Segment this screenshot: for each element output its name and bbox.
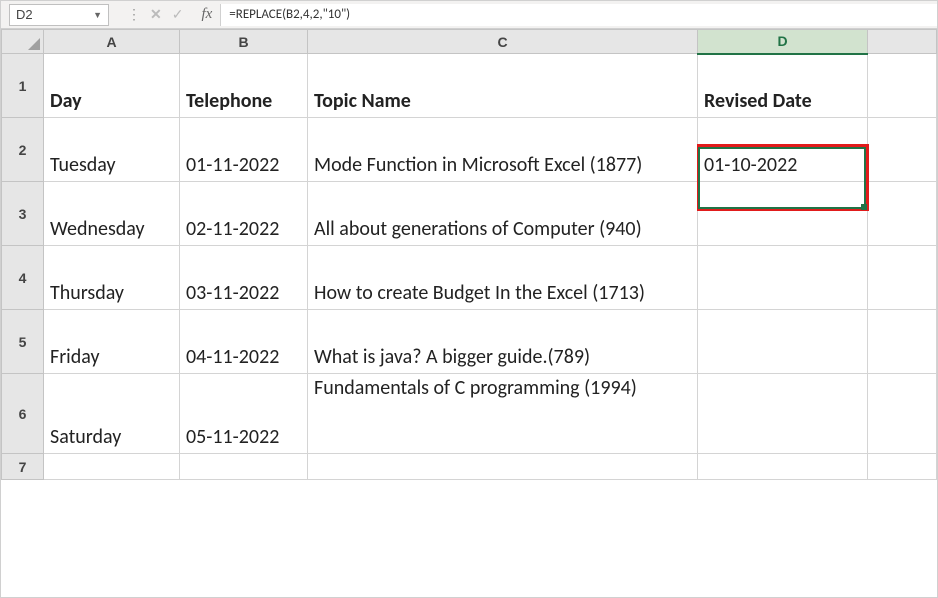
cell-d4[interactable] xyxy=(698,246,868,310)
row-header-2[interactable]: 2 xyxy=(2,118,44,182)
cell-d2[interactable]: 01-10-2022 xyxy=(698,118,868,182)
cell-extra-5[interactable] xyxy=(868,310,937,374)
cell-d1[interactable]: Revised Date xyxy=(698,54,868,118)
table-row: 1 Day Telephone Topic Name Revised Date xyxy=(2,54,937,118)
formula-text: =REPLACE(B2,4,2,"10") xyxy=(229,7,350,22)
chevron-down-icon[interactable]: ▼ xyxy=(93,10,102,20)
col-header-c[interactable]: C xyxy=(308,30,698,54)
cell-d3[interactable] xyxy=(698,182,868,246)
formula-bar-icons: ⋮ ✕ ✓ fx xyxy=(127,6,216,23)
name-box[interactable]: D2 ▼ xyxy=(9,4,109,26)
spreadsheet-grid[interactable]: A B C D 1 Day Telephone Topic Name Revis… xyxy=(1,29,937,480)
table-row: 7 xyxy=(2,454,937,480)
enter-icon[interactable]: ✓ xyxy=(172,6,184,23)
table-row: 2 Tuesday 01-11-2022 Mode Function in Mi… xyxy=(2,118,937,182)
cell-b5[interactable]: 04-11-2022 xyxy=(180,310,308,374)
select-all-corner[interactable] xyxy=(2,30,44,54)
cell-c2[interactable]: Mode Function in Microsoft Excel (1877) xyxy=(308,118,698,182)
column-header-row: A B C D xyxy=(2,30,937,54)
cell-a2[interactable]: Tuesday xyxy=(44,118,180,182)
cell-b3[interactable]: 02-11-2022 xyxy=(180,182,308,246)
more-icon: ⋮ xyxy=(127,6,140,23)
col-header-extra[interactable] xyxy=(868,30,937,54)
table-row: 6 Saturday 05-11-2022 Fundamentals of C … xyxy=(2,374,937,454)
cell-d7[interactable] xyxy=(698,454,868,480)
table-row: 5 Friday 04-11-2022 What is java? A bigg… xyxy=(2,310,937,374)
col-header-d[interactable]: D xyxy=(698,30,868,54)
cell-a6[interactable]: Saturday xyxy=(44,374,180,454)
cell-b4[interactable]: 03-11-2022 xyxy=(180,246,308,310)
cell-extra-7[interactable] xyxy=(868,454,937,480)
cell-c6[interactable]: Fundamentals of C programming (1994) xyxy=(308,374,698,454)
formula-bar-area: D2 ▼ ⋮ ✕ ✓ fx =REPLACE(B2,4,2,"10") xyxy=(1,1,937,29)
cell-a4[interactable]: Thursday xyxy=(44,246,180,310)
cell-b6[interactable]: 05-11-2022 xyxy=(180,374,308,454)
cell-b7[interactable] xyxy=(180,454,308,480)
cell-c1[interactable]: Topic Name xyxy=(308,54,698,118)
cell-extra-4[interactable] xyxy=(868,246,937,310)
row-header-7[interactable]: 7 xyxy=(2,454,44,480)
row-header-1[interactable]: 1 xyxy=(2,54,44,118)
cell-b2[interactable]: 01-11-2022 xyxy=(180,118,308,182)
col-header-b[interactable]: B xyxy=(180,30,308,54)
cell-extra-2[interactable] xyxy=(868,118,937,182)
table-row: 3 Wednesday 02-11-2022 All about generat… xyxy=(2,182,937,246)
name-box-value: D2 xyxy=(16,7,33,22)
cell-d6[interactable] xyxy=(698,374,868,454)
formula-input[interactable]: =REPLACE(B2,4,2,"10") xyxy=(220,4,937,26)
cell-extra-1[interactable] xyxy=(868,54,937,118)
fx-icon[interactable]: fx xyxy=(201,6,212,23)
table-row: 4 Thursday 03-11-2022 How to create Budg… xyxy=(2,246,937,310)
cell-extra-3[interactable] xyxy=(868,182,937,246)
row-header-4[interactable]: 4 xyxy=(2,246,44,310)
cell-b1[interactable]: Telephone xyxy=(180,54,308,118)
cell-a7[interactable] xyxy=(44,454,180,480)
cell-c3[interactable]: All about generations of Computer (940) xyxy=(308,182,698,246)
cancel-icon[interactable]: ✕ xyxy=(150,6,162,23)
cell-c5[interactable]: What is java? A bigger guide.(789) xyxy=(308,310,698,374)
cell-a3[interactable]: Wednesday xyxy=(44,182,180,246)
row-header-3[interactable]: 3 xyxy=(2,182,44,246)
cell-a5[interactable]: Friday xyxy=(44,310,180,374)
row-header-6[interactable]: 6 xyxy=(2,374,44,454)
cell-a1[interactable]: Day xyxy=(44,54,180,118)
cell-c4[interactable]: How to create Budget In the Excel (1713) xyxy=(308,246,698,310)
col-header-a[interactable]: A xyxy=(44,30,180,54)
cell-d5[interactable] xyxy=(698,310,868,374)
cell-extra-6[interactable] xyxy=(868,374,937,454)
row-header-5[interactable]: 5 xyxy=(2,310,44,374)
cell-c7[interactable] xyxy=(308,454,698,480)
